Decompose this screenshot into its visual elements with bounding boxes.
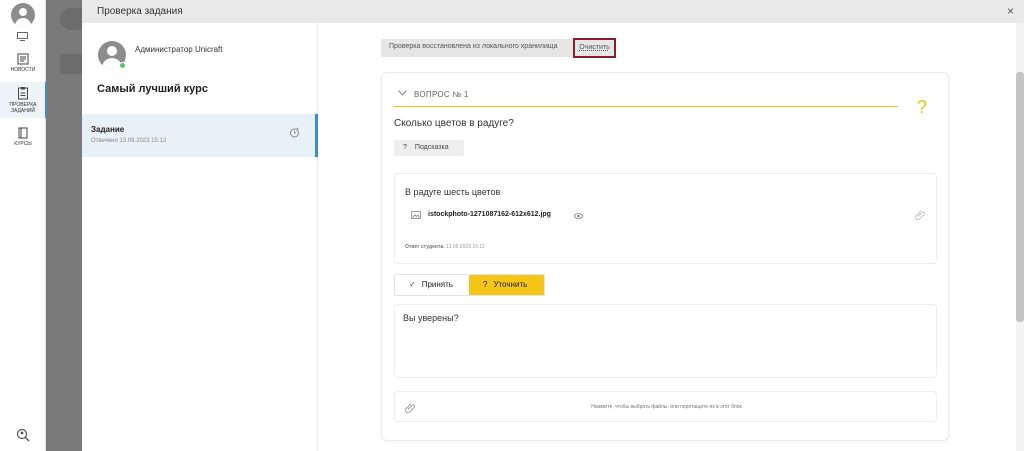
- question-text: Сколько цветов в радуге?: [394, 118, 514, 129]
- clear-button-label: Очистить: [579, 44, 610, 51]
- answer-meta: Ответ студента. 13.09.2023 15:12: [405, 244, 485, 250]
- rail-item-task-review[interactable]: ПРОВЕРКА ЗАДАНИЙ: [0, 82, 47, 118]
- task-review-modal: Проверка задания × Администратор Unicraf…: [82, 0, 1024, 451]
- hint-button-label: Подсказка: [414, 144, 449, 151]
- news-icon: [17, 53, 29, 65]
- background-block: [60, 54, 84, 74]
- review-action-group: ✓ Принять ? Уточнить: [394, 274, 545, 296]
- modal-title: Проверка задания: [97, 6, 183, 17]
- student-answer: В радуге шесть цветов istockphoto-127108…: [394, 173, 937, 264]
- close-icon[interactable]: ×: [1007, 4, 1014, 18]
- image-file-icon: [411, 211, 421, 219]
- chevron-down-icon[interactable]: [398, 90, 407, 96]
- question-card: ВОПРОС № 1 ? Сколько цветов в радуге? ? П…: [381, 72, 949, 441]
- pending-status-icon: [290, 127, 299, 138]
- answer-text: В радуге шесть цветов: [405, 187, 501, 197]
- paperclip-icon: [915, 210, 926, 220]
- task-name: Задание: [91, 125, 125, 134]
- profile-avatar[interactable]: [11, 3, 35, 27]
- clear-button[interactable]: Очистить: [573, 38, 616, 58]
- task-sidebar: Администратор Unicraft Самый лучший курс…: [82, 23, 318, 451]
- task-list-item[interactable]: Задание Отвечено 13.09.2023 15:12: [82, 114, 318, 157]
- question-header: ВОПРОС № 1: [394, 86, 898, 107]
- course-title: Самый лучший курс: [97, 83, 208, 95]
- answer-meta-label: Ответ студента.: [405, 244, 445, 250]
- answer-meta-date: 13.09.2023 15:12: [445, 244, 485, 250]
- app-rail: НОВОСТИ ПРОВЕРКА ЗАДАНИЙ КУРСЫ: [0, 0, 47, 451]
- attached-file-link[interactable]: istockphoto-1271087162-612x612.jpg: [428, 211, 551, 218]
- user-name: Администратор Unicraft: [135, 45, 223, 54]
- question-icon: ?: [483, 280, 488, 289]
- dropzone-text: Нажмите, чтобы выбрать файлы, или перета…: [591, 404, 742, 410]
- check-icon: ✓: [409, 280, 416, 289]
- question-mark-icon: ?: [917, 97, 928, 117]
- monitor-icon[interactable]: [17, 32, 28, 41]
- rail-item-label: КУРСЫ: [14, 141, 32, 147]
- file-dropzone[interactable]: Нажмите, чтобы выбрать файлы, или перета…: [394, 391, 937, 422]
- modal-header: Проверка задания ×: [82, 0, 1024, 23]
- online-status-dot: [119, 62, 126, 69]
- question-icon: ?: [403, 144, 407, 151]
- task-date: Отвечено 13.09.2023 15:12: [91, 138, 167, 144]
- task-review-icon: [18, 87, 28, 100]
- rail-item-news[interactable]: НОВОСТИ: [0, 53, 46, 77]
- accept-button-label: Принять: [421, 280, 453, 289]
- eye-icon[interactable]: [574, 213, 583, 219]
- clarify-button[interactable]: ? Уточнить: [469, 275, 544, 295]
- rail-item-label: ПРОВЕРКА ЗАДАНИЙ: [9, 102, 37, 114]
- courses-icon: [18, 127, 28, 139]
- rail-item-courses[interactable]: КУРСЫ: [0, 127, 46, 151]
- rail-item-label: НОВОСТИ: [10, 67, 36, 73]
- search-person-icon[interactable]: [16, 428, 30, 442]
- accept-button[interactable]: ✓ Принять: [395, 275, 469, 295]
- question-number: ВОПРОС № 1: [414, 90, 469, 99]
- hint-button[interactable]: ? Подсказка: [394, 140, 464, 156]
- comment-textarea[interactable]: Вы уверены?: [394, 304, 937, 378]
- clarify-button-label: Уточнить: [493, 280, 528, 289]
- restore-message: Проверка восстановлена из локального хра…: [389, 43, 558, 50]
- scrollbar-thumb[interactable]: [1016, 72, 1024, 322]
